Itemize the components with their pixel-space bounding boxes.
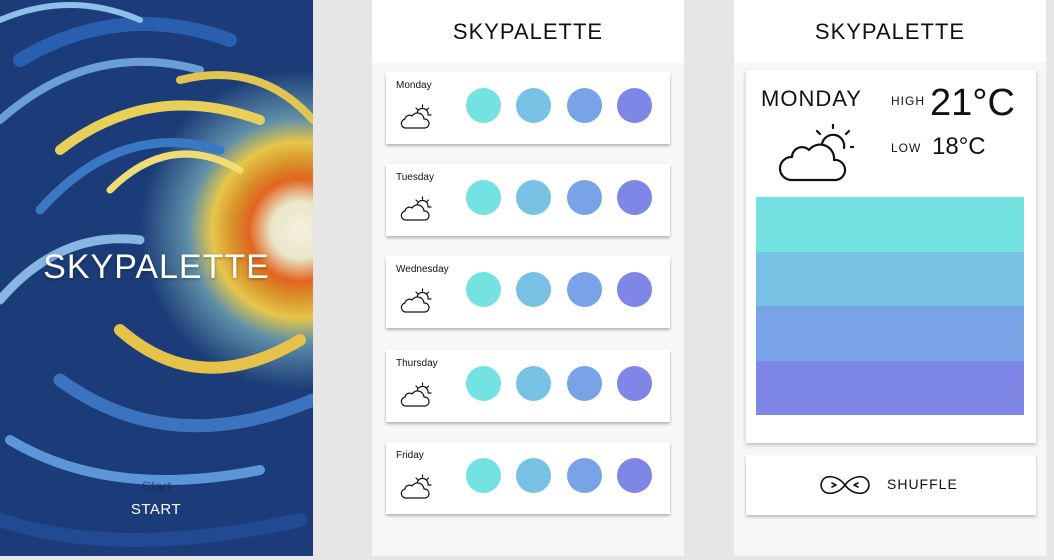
color-swatch bbox=[617, 180, 652, 215]
color-swatch bbox=[617, 458, 652, 493]
start-shadow-text: Start bbox=[141, 478, 172, 494]
partly-cloudy-icon bbox=[398, 104, 432, 135]
color-swatch bbox=[567, 180, 602, 215]
color-swatch bbox=[567, 366, 602, 401]
day-card[interactable]: Thursday bbox=[386, 350, 670, 422]
detail-day-name: MONDAY bbox=[761, 86, 862, 111]
partly-cloudy-icon bbox=[398, 288, 432, 319]
day-card[interactable]: Monday bbox=[386, 72, 670, 144]
color-swatch bbox=[516, 272, 551, 307]
color-swatch bbox=[516, 180, 551, 215]
color-swatch bbox=[516, 88, 551, 123]
day-name: Monday bbox=[396, 80, 432, 91]
high-label: HIGH bbox=[891, 94, 925, 108]
color-swatch bbox=[617, 366, 652, 401]
color-swatch bbox=[567, 272, 602, 307]
partly-cloudy-icon bbox=[398, 474, 432, 505]
day-detail-screen: SKYPALETTE MONDAY HIGH 21°C LOW 18°C SHU… bbox=[734, 0, 1046, 556]
palette-band bbox=[756, 306, 1024, 361]
day-card[interactable]: Friday bbox=[386, 442, 670, 514]
day-name: Tuesday bbox=[396, 172, 434, 183]
day-card[interactable]: Wednesday bbox=[386, 256, 670, 328]
color-swatch bbox=[516, 366, 551, 401]
color-swatch bbox=[617, 272, 652, 307]
app-title: SKYPALETTE bbox=[734, 0, 1046, 62]
start-button[interactable]: START bbox=[120, 498, 192, 522]
partly-cloudy-icon bbox=[776, 123, 857, 189]
palette-band bbox=[756, 360, 1024, 415]
color-swatch bbox=[466, 366, 501, 401]
low-label: LOW bbox=[891, 141, 922, 155]
shuffle-label: SHUFFLE bbox=[887, 476, 958, 492]
color-swatch bbox=[567, 458, 602, 493]
high-temperature: 21°C bbox=[930, 82, 1015, 124]
palette-band bbox=[756, 197, 1024, 252]
partly-cloudy-icon bbox=[398, 196, 432, 227]
day-detail-card: MONDAY HIGH 21°C LOW 18°C bbox=[746, 70, 1036, 443]
day-name: Friday bbox=[396, 450, 424, 461]
color-swatch bbox=[466, 458, 501, 493]
low-temperature: 18°C bbox=[932, 133, 986, 160]
app-title: SKYPALETTE bbox=[372, 0, 684, 62]
splash-title: SKYPALETTE bbox=[43, 248, 270, 286]
color-swatch bbox=[617, 88, 652, 123]
partly-cloudy-icon bbox=[398, 382, 432, 413]
week-list-screen: SKYPALETTE Monday Tuesday Wednesday Thursda… bbox=[372, 0, 684, 556]
splash-screen: SKYPALETTE Start START bbox=[0, 0, 313, 556]
day-card[interactable]: Tuesday bbox=[386, 164, 670, 236]
palette-band bbox=[756, 251, 1024, 306]
color-swatch bbox=[466, 272, 501, 307]
color-swatch bbox=[466, 88, 501, 123]
color-swatch bbox=[567, 88, 602, 123]
day-name: Thursday bbox=[396, 358, 438, 369]
color-swatch bbox=[466, 180, 501, 215]
infinity-shuffle-icon bbox=[818, 471, 872, 504]
color-swatch bbox=[516, 458, 551, 493]
day-name: Wednesday bbox=[396, 264, 449, 275]
shuffle-button[interactable]: SHUFFLE bbox=[746, 455, 1036, 515]
